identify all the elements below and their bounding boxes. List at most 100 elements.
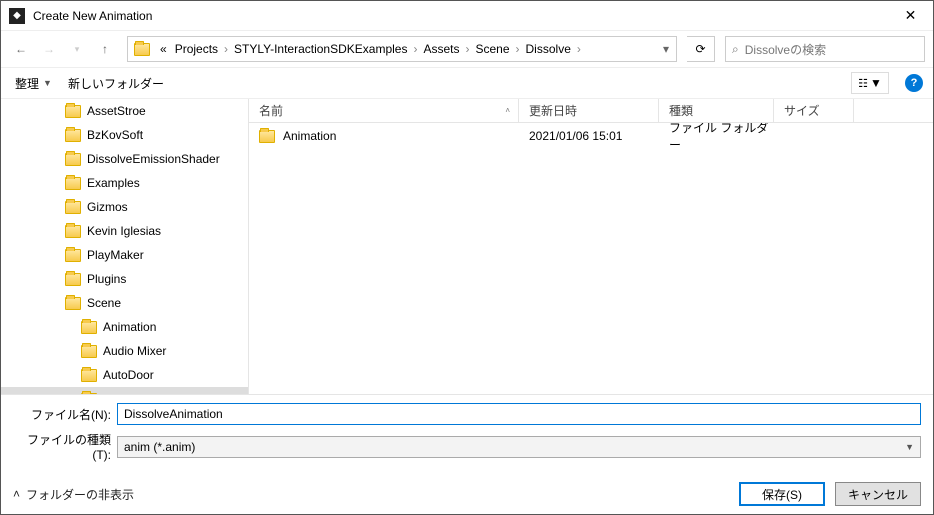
folder-icon	[65, 273, 81, 286]
folder-icon	[65, 249, 81, 262]
search-icon: ⌕	[732, 42, 739, 57]
window-title: Create New Animation	[33, 9, 888, 23]
close-button[interactable]: ✕	[888, 1, 933, 31]
column-size[interactable]: サイズ	[774, 99, 854, 122]
folder-icon	[259, 130, 275, 143]
tree-item-label: PlayMaker	[87, 248, 144, 262]
tree-item-label: Gizmos	[87, 200, 128, 214]
folder-icon	[81, 393, 97, 395]
breadcrumb-item[interactable]: Assets	[419, 37, 463, 61]
tree-item[interactable]: AutoDoor	[1, 363, 248, 387]
tree-item-label: AssetStroe	[87, 104, 146, 118]
tree-item[interactable]: Animation	[1, 315, 248, 339]
tree-item-label: Audio Mixer	[103, 344, 166, 358]
folder-icon	[65, 105, 81, 118]
breadcrumb-overflow[interactable]: «	[156, 37, 171, 61]
hide-folders-toggle[interactable]: ˄ フォルダーの非表示	[13, 486, 134, 503]
tree-item[interactable]: Plugins	[1, 267, 248, 291]
forward-button[interactable]: →	[37, 37, 61, 61]
search-input[interactable]: ⌕ Dissolveの検索	[725, 36, 925, 62]
tree-item-label: AutoDoor	[103, 368, 154, 382]
folder-icon	[65, 297, 81, 310]
back-button[interactable]: ←	[9, 37, 33, 61]
breadcrumb-item[interactable]: Projects	[171, 37, 222, 61]
save-button[interactable]: 保存(S)	[739, 482, 825, 506]
tree-item-label: Plugins	[87, 272, 126, 286]
tree-item-label: Examples	[87, 176, 140, 190]
up-button[interactable]: ↑	[93, 37, 117, 61]
tree-item[interactable]: Kevin Iglesias	[1, 219, 248, 243]
chevron-down-icon: ▼	[870, 76, 882, 90]
folder-icon	[132, 39, 152, 59]
folder-icon	[65, 201, 81, 214]
help-button[interactable]: ?	[905, 74, 923, 92]
folder-icon	[65, 129, 81, 142]
organize-menu[interactable]: 整理 ▼	[11, 73, 56, 94]
row-type: ファイル フォルダー	[659, 123, 774, 153]
organize-label: 整理	[15, 75, 39, 92]
column-date[interactable]: 更新日時	[519, 99, 659, 122]
file-list: 名前 ˄ 更新日時 種類 サイズ Animation 2021/01/06 15:…	[249, 99, 933, 394]
title-bar: ◆ Create New Animation ✕	[1, 1, 933, 31]
app-icon: ◆	[9, 8, 25, 24]
tree-item[interactable]: Gizmos	[1, 195, 248, 219]
toolbar: 整理 ▼ 新しいフォルダー ☷ ▼ ?	[1, 67, 933, 99]
view-options-button[interactable]: ☷ ▼	[851, 72, 889, 94]
breadcrumb-item[interactable]: STYLY-InteractionSDKExamples	[230, 37, 411, 61]
chevron-right-icon[interactable]: ›	[463, 42, 471, 56]
nav-bar: ← → ▾ ↑ «Projects›STYLY-InteractionSDKEx…	[1, 31, 933, 67]
chevron-down-icon: ▼	[43, 78, 52, 88]
view-icon: ☷	[858, 77, 868, 90]
tree-item-label: BzKovSoft	[87, 128, 143, 142]
filename-input[interactable]	[117, 403, 921, 425]
chevron-right-icon[interactable]: ›	[222, 42, 230, 56]
tree-item[interactable]: AssetStroe	[1, 99, 248, 123]
tree-item[interactable]: Audio Mixer	[1, 339, 248, 363]
tree-item-label: Animation	[103, 320, 156, 334]
tree-item[interactable]: Examples	[1, 171, 248, 195]
search-placeholder: Dissolveの検索	[745, 41, 826, 58]
address-dropdown-icon[interactable]: ▾	[656, 42, 676, 56]
tree-item-label: Kevin Iglesias	[87, 224, 161, 238]
recent-dropdown-icon[interactable]: ▾	[65, 37, 89, 61]
cancel-button[interactable]: キャンセル	[835, 482, 921, 506]
hide-folders-label: フォルダーの非表示	[26, 486, 134, 503]
list-row[interactable]: Animation2021/01/06 15:01ファイル フォルダー	[249, 123, 933, 149]
row-date: 2021/01/06 15:01	[519, 129, 659, 143]
tree-item[interactable]: Scene	[1, 291, 248, 315]
footer: ˄ フォルダーの非表示 保存(S) キャンセル	[1, 474, 933, 514]
chevron-down-icon: ▼	[905, 442, 914, 452]
folder-icon	[65, 225, 81, 238]
folder-icon	[81, 369, 97, 382]
row-name: Animation	[283, 129, 336, 143]
column-name[interactable]: 名前 ˄	[249, 99, 519, 122]
tree-item[interactable]: BzKovSoft	[1, 123, 248, 147]
filetype-combo[interactable]: anim (*.anim) ▼	[117, 436, 921, 458]
chevron-right-icon[interactable]: ›	[411, 42, 419, 56]
breadcrumb-item[interactable]: Scene	[471, 37, 513, 61]
tree-item[interactable]: PlayMaker	[1, 243, 248, 267]
tree-item-label: Scene	[87, 296, 121, 310]
chevron-up-icon: ˄	[13, 487, 20, 501]
new-folder-button[interactable]: 新しいフォルダー	[64, 73, 168, 94]
refresh-button[interactable]: ⟳	[687, 36, 715, 62]
tree-item-label: DissolveEmissionShader	[87, 152, 220, 166]
tree-item[interactable]: DissolveEmissionShader	[1, 147, 248, 171]
breadcrumb-item[interactable]: Dissolve	[522, 37, 575, 61]
bottom-panel: ファイル名(N): ファイルの種類(T): anim (*.anim) ▼	[1, 394, 933, 474]
chevron-right-icon[interactable]: ›	[575, 42, 583, 56]
tree-item[interactable]: Dissolve	[1, 387, 248, 394]
folder-icon	[65, 177, 81, 190]
column-type[interactable]: 種類	[659, 99, 774, 122]
filetype-value: anim (*.anim)	[124, 440, 195, 454]
chevron-right-icon[interactable]: ›	[514, 42, 522, 56]
new-folder-label: 新しいフォルダー	[68, 75, 164, 92]
folder-icon	[81, 321, 97, 334]
sort-indicator-icon: ˄	[505, 106, 510, 115]
address-bar[interactable]: «Projects›STYLY-InteractionSDKExamples›A…	[127, 36, 677, 62]
folder-tree[interactable]: AssetStroe BzKovSoft DissolveEmissionShade…	[1, 99, 249, 394]
folder-icon	[65, 153, 81, 166]
filetype-label: ファイルの種類(T):	[13, 431, 111, 462]
folder-icon	[81, 345, 97, 358]
filename-label: ファイル名(N):	[13, 406, 111, 423]
